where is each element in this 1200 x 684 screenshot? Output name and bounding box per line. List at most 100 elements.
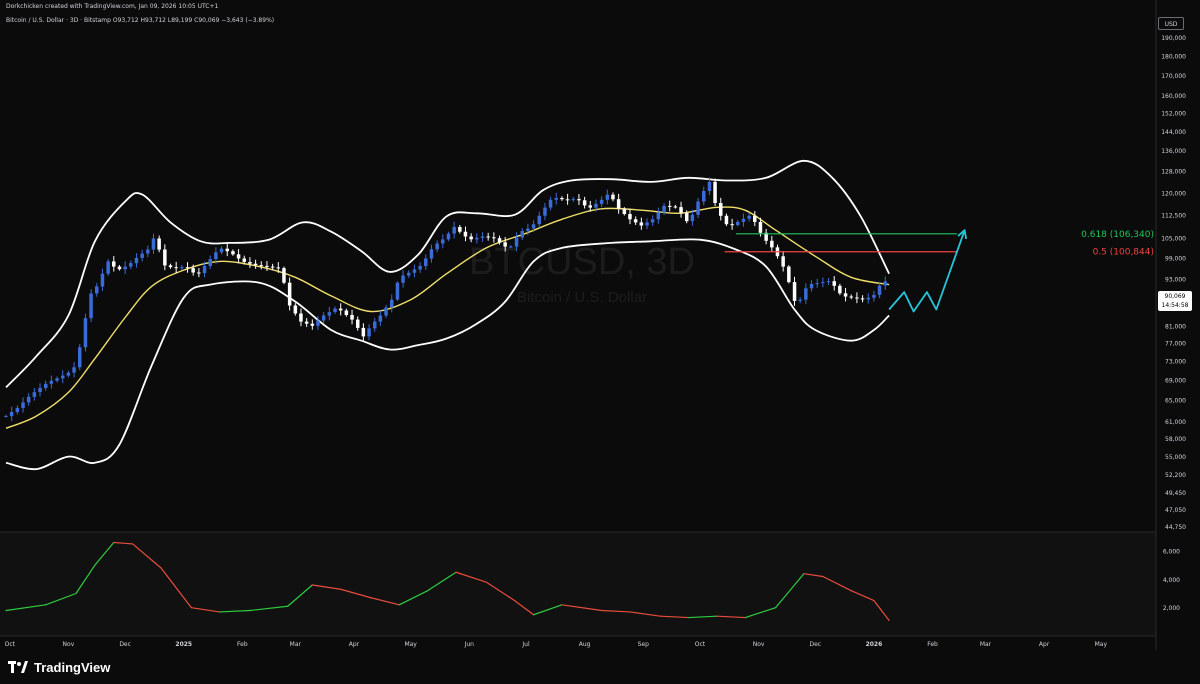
candle-body <box>821 282 825 284</box>
candle-body <box>673 206 678 208</box>
price-tick-label: 52,200 <box>1165 472 1186 479</box>
candle-body <box>815 283 819 285</box>
time-tick-label: Mar <box>980 641 992 648</box>
candle-body <box>140 253 144 258</box>
candle <box>106 258 110 276</box>
price-tick-label: 170,000 <box>1161 73 1186 80</box>
candle-body <box>616 199 621 209</box>
candle-body <box>412 269 417 273</box>
candle-body <box>446 233 451 240</box>
oscillator-tick-label: 6,000 <box>1163 549 1180 556</box>
candle-body <box>276 267 280 269</box>
price-tick-label: 136,000 <box>1161 148 1186 155</box>
candle-body <box>418 266 422 270</box>
candle <box>83 313 88 352</box>
candle-body <box>83 318 88 348</box>
candle-body <box>480 236 485 238</box>
price-tick-label: 81,000 <box>1165 323 1186 330</box>
candle-body <box>866 297 870 300</box>
candle-body <box>758 221 763 233</box>
candle-body <box>106 261 110 274</box>
candle-body <box>526 228 530 231</box>
price-tick-label: 47,050 <box>1165 507 1186 514</box>
candle-body <box>208 259 212 266</box>
candle-body <box>44 383 48 388</box>
price-tick-label: 99,000 <box>1165 255 1186 262</box>
candle-body <box>588 205 592 208</box>
candle-body <box>452 227 456 234</box>
candle-body <box>770 240 774 248</box>
time-tick-label: May <box>1095 641 1108 648</box>
time-tick-label: Feb <box>927 641 938 648</box>
candle-body <box>191 268 195 273</box>
candle-body <box>395 282 400 300</box>
candle-body <box>690 214 695 222</box>
candle-body <box>787 266 791 283</box>
candle-body <box>860 298 865 300</box>
candle-body <box>89 293 93 319</box>
candle-body <box>719 203 723 216</box>
candle-body <box>730 224 734 226</box>
candle-body <box>197 272 201 274</box>
candle-body <box>475 237 479 240</box>
currency-button[interactable]: USD <box>1158 17 1184 30</box>
candle <box>78 344 82 371</box>
candle-body <box>781 256 785 267</box>
time-tick-label: Apr <box>1039 641 1050 648</box>
price-tick-label: 77,000 <box>1165 340 1186 347</box>
candle-body <box>270 266 275 268</box>
candle-body <box>548 199 553 208</box>
candle-body <box>849 296 853 298</box>
candle-body <box>287 282 292 306</box>
candle-body <box>599 199 604 204</box>
last-price-label: 90,069 14:54:58 <box>1158 291 1192 311</box>
price-tick-label: 65,000 <box>1165 398 1186 405</box>
candle <box>89 289 93 323</box>
candle-body <box>236 254 241 259</box>
candle-body <box>843 293 848 297</box>
candle-body <box>685 212 689 222</box>
candle-body <box>826 281 831 283</box>
candle-body <box>855 297 859 299</box>
candle-body <box>225 248 229 252</box>
candle-body <box>679 207 683 213</box>
candle-body <box>350 315 354 320</box>
price-tick-label: 58,000 <box>1165 436 1186 443</box>
candle-body <box>650 219 655 223</box>
candle-body <box>356 319 360 328</box>
candle-body <box>321 315 326 321</box>
tradingview-brand[interactable]: TradingView <box>8 658 110 676</box>
candle-body <box>429 249 434 259</box>
price-tick-label: 180,000 <box>1161 53 1186 60</box>
candle-body <box>537 215 541 225</box>
candle-body <box>747 215 751 219</box>
candle-body <box>248 262 252 264</box>
candle-body <box>633 219 638 223</box>
candle-body <box>736 221 740 225</box>
price-tick-label: 112,500 <box>1161 212 1186 219</box>
candle-body <box>702 191 706 202</box>
candle-body <box>503 242 507 247</box>
candle-body <box>458 227 462 232</box>
symbol-description[interactable]: Bitcoin / U.S. Dollar · 3D · Bitstamp <box>6 17 111 24</box>
candle-body <box>469 236 473 240</box>
candle-body <box>645 222 649 226</box>
candle-body <box>486 236 490 238</box>
candle-body <box>316 320 320 326</box>
candle <box>713 178 717 207</box>
watermark-name: Bitcoin / U.S. Dollar <box>517 289 647 306</box>
candle-body <box>571 199 575 201</box>
candle-body <box>282 268 286 283</box>
candle-body <box>66 372 71 376</box>
time-tick-label: Sep <box>638 641 650 648</box>
time-tick-label: May <box>404 641 417 648</box>
candle-body <box>628 214 632 220</box>
ohlc-values: O93,712 H93,712 L89,199 C90,069 −3,643 (… <box>112 17 275 24</box>
price-tick-label: 128,000 <box>1161 169 1186 176</box>
candle-body <box>753 215 757 222</box>
candle-body <box>741 218 746 222</box>
candle-body <box>95 286 99 294</box>
candle-body <box>202 266 207 274</box>
candle-body <box>174 267 178 269</box>
candle-body <box>78 347 82 368</box>
